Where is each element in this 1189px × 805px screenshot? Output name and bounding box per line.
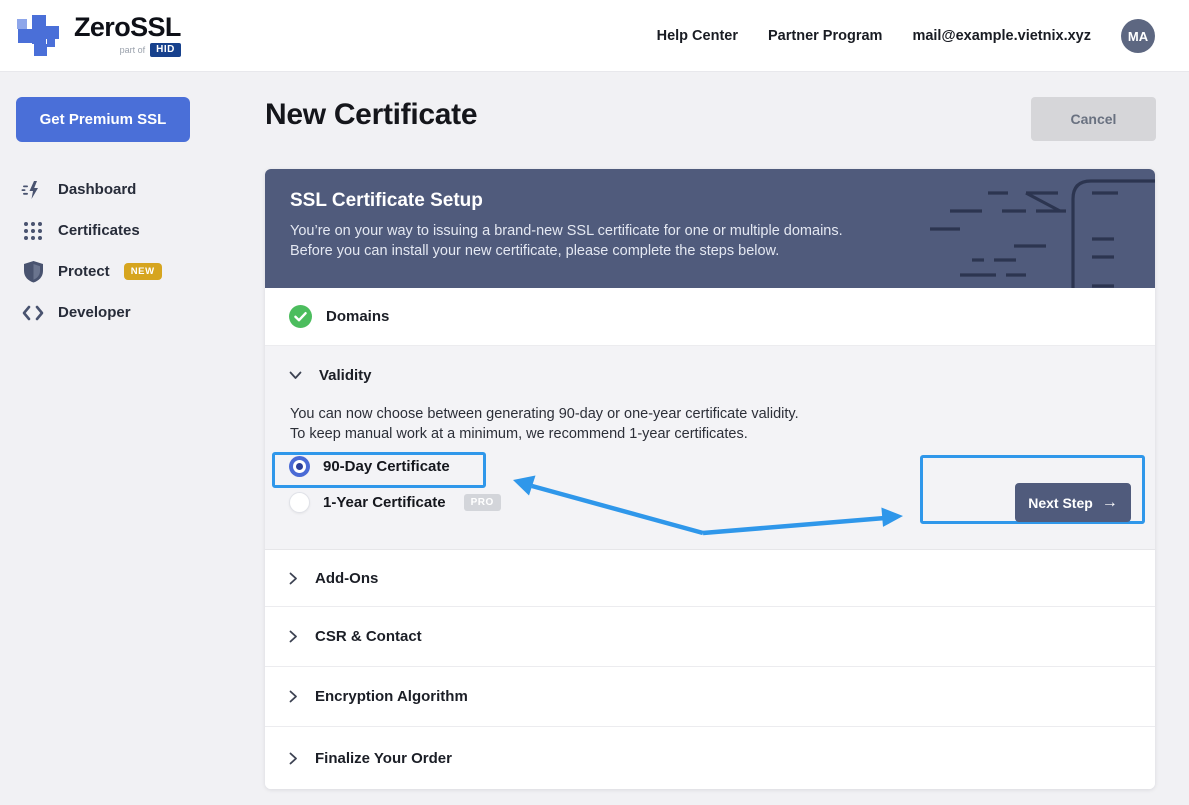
chevron-right-icon bbox=[289, 572, 297, 584]
sidebar-item-label: Dashboard bbox=[58, 181, 137, 198]
brand-name: ZeroSSL bbox=[74, 12, 181, 42]
nav-partner-program[interactable]: Partner Program bbox=[768, 28, 882, 44]
page-title: New Certificate bbox=[265, 98, 478, 131]
chevron-right-icon bbox=[289, 752, 297, 764]
step-finalize-order[interactable]: Finalize Your Order bbox=[265, 727, 1155, 789]
validity-description-line2: To keep manual work at a minimum, we rec… bbox=[290, 426, 748, 442]
grid-dots-icon bbox=[20, 221, 46, 241]
step-validity-header[interactable]: Validity bbox=[289, 367, 372, 384]
hid-logo: HID bbox=[150, 43, 181, 57]
new-badge: NEW bbox=[123, 263, 162, 280]
dashboard-bolt-icon bbox=[20, 178, 46, 202]
ssl-setup-card: SSL Certificate Setup You’re on your way… bbox=[265, 169, 1155, 789]
check-circle-icon bbox=[289, 305, 312, 328]
card-description-line1: You’re on your way to issuing a brand-ne… bbox=[290, 223, 843, 239]
step-label: Encryption Algorithm bbox=[315, 688, 468, 705]
radio-selected-icon[interactable] bbox=[289, 456, 310, 477]
sidebar-item-protect[interactable]: Protect NEW bbox=[20, 251, 250, 292]
option-label: 90-Day Certificate bbox=[323, 458, 450, 475]
chevron-right-icon bbox=[289, 630, 297, 643]
option-90-day-certificate[interactable]: 90-Day Certificate bbox=[289, 456, 450, 477]
shield-icon bbox=[20, 260, 46, 283]
part-of-label: part of bbox=[119, 45, 146, 55]
pro-badge: PRO bbox=[463, 494, 501, 511]
zerossl-logo[interactable]: ZeroSSL part of HID bbox=[16, 12, 181, 58]
next-step-label: Next Step bbox=[1028, 494, 1093, 511]
step-label: Finalize Your Order bbox=[315, 749, 452, 767]
step-csr-contact[interactable]: CSR & Contact bbox=[265, 607, 1155, 667]
option-1-year-certificate[interactable]: 1-Year Certificate PRO bbox=[289, 492, 501, 513]
radio-unselected-icon[interactable] bbox=[289, 492, 310, 513]
sidebar-item-dashboard[interactable]: Dashboard bbox=[20, 169, 250, 210]
cancel-button[interactable]: Cancel bbox=[1031, 97, 1156, 141]
validity-description: You can now choose between generating 90… bbox=[290, 404, 799, 444]
chevron-down-icon bbox=[289, 371, 302, 379]
card-description: You’re on your way to issuing a brand-ne… bbox=[290, 221, 1155, 261]
account-email[interactable]: mail@example.vietnix.xyz bbox=[912, 28, 1091, 44]
step-validity-label: Validity bbox=[319, 367, 372, 384]
option-label: 1-Year Certificate bbox=[323, 494, 446, 511]
part-of-row: part of HID bbox=[120, 43, 181, 57]
nav-help-center[interactable]: Help Center bbox=[657, 28, 738, 44]
sidebar-menu: Dashboard Certificates Protect NEW Devel… bbox=[20, 169, 250, 333]
get-premium-ssl-button[interactable]: Get Premium SSL bbox=[16, 97, 190, 142]
step-validity: Validity You can now choose between gene… bbox=[265, 346, 1155, 550]
step-domains-label: Domains bbox=[326, 308, 390, 325]
zerossl-app: ZeroSSL part of HID Help Center Partner … bbox=[0, 0, 1189, 805]
step-add-ons[interactable]: Add-Ons bbox=[265, 550, 1155, 607]
validity-description-line1: You can now choose between generating 90… bbox=[290, 406, 799, 422]
card-title: SSL Certificate Setup bbox=[290, 190, 483, 211]
sidebar-item-label: Certificates bbox=[58, 222, 140, 239]
code-brackets-icon bbox=[20, 305, 46, 321]
logo-text: ZeroSSL part of HID bbox=[74, 12, 181, 57]
zerossl-plus-icon bbox=[17, 15, 59, 56]
right-arrow-icon: → bbox=[1101, 493, 1118, 511]
step-label: Add-Ons bbox=[315, 569, 379, 587]
sidebar-item-label: Developer bbox=[58, 304, 131, 321]
step-domains[interactable]: Domains bbox=[265, 288, 1155, 346]
top-bar: ZeroSSL part of HID Help Center Partner … bbox=[0, 0, 1189, 72]
chevron-right-icon bbox=[289, 690, 297, 703]
avatar[interactable]: MA bbox=[1121, 19, 1155, 53]
step-label: CSR & Contact bbox=[315, 628, 422, 645]
card-description-line2: Before you can install your new certific… bbox=[290, 243, 780, 259]
sidebar-item-certificates[interactable]: Certificates bbox=[20, 210, 250, 251]
sidebar-item-developer[interactable]: Developer bbox=[20, 292, 250, 333]
card-header: SSL Certificate Setup You’re on your way… bbox=[265, 169, 1155, 288]
sidebar-item-label: Protect bbox=[58, 263, 110, 280]
next-step-button[interactable]: Next Step → bbox=[1015, 483, 1131, 522]
top-nav: Help Center Partner Program mail@example… bbox=[657, 0, 1155, 72]
step-encryption-algorithm[interactable]: Encryption Algorithm bbox=[265, 667, 1155, 727]
